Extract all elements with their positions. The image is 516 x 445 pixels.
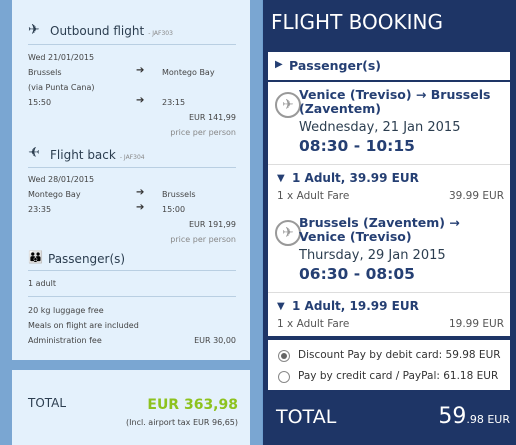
left-summary-column: ✈ Outbound flight - JAF303 Wed 21/01/2015…: [0, 0, 262, 445]
booking-total-label: TOTAL: [276, 406, 337, 428]
outbound-title: Outbound flight - JAF303: [50, 24, 173, 38]
outbound-departure-time: 15:50: [28, 98, 52, 107]
triangle-down-icon: ▼: [277, 173, 285, 184]
back-from: Montego Bay: [28, 190, 81, 199]
back-arrival-time: 15:00: [162, 205, 186, 214]
flight-1-route: Venice (Treviso) → Brussels (Zaventem): [299, 87, 491, 116]
back-to: Brussels: [162, 190, 196, 199]
back-price: EUR 191,99: [188, 220, 236, 229]
outbound-plane-icon: ✈: [28, 22, 40, 38]
triangle-down-icon: ▼: [277, 301, 285, 312]
debit-card-option-label[interactable]: Discount Pay by debit card: 59.98 EUR: [298, 349, 501, 361]
arrow-right-icon: ➔: [136, 65, 145, 76]
passenger-count: 1 adult: [28, 279, 57, 288]
passengers-toggle-label: Passenger(s): [289, 58, 381, 73]
flight-booking-panel: FLIGHT BOOKING ▶ Passenger(s) ✈ Venice (…: [263, 0, 516, 445]
booking-total-main: 59: [438, 404, 467, 429]
flight-1-time: 08:30 - 10:15: [299, 137, 415, 155]
fare-label: 1 x Adult Fare: [277, 190, 350, 202]
booking-total-decimal: .98 EUR: [466, 413, 510, 426]
credit-card-radio[interactable]: [278, 371, 290, 383]
arrow-right-icon: ➔: [136, 187, 145, 198]
flight-summary-panel: ✈ Outbound flight - JAF303 Wed 21/01/2015…: [12, 0, 250, 360]
outbound-price-note: price per person: [170, 128, 236, 137]
passengers-title: Passenger(s): [48, 252, 126, 266]
plane-icon: ✈: [275, 220, 301, 246]
flight-1-fare-toggle[interactable]: 1 Adult, 39.99 EUR: [292, 171, 419, 185]
flight-1-fare-row: 1 x Adult Fare 39.99 EUR: [277, 190, 504, 202]
airport-tax-note: (Incl. airport tax EUR 96,65): [126, 418, 238, 427]
plane-icon: ✈: [275, 92, 301, 118]
booking-header: FLIGHT BOOKING: [271, 10, 443, 34]
flight-2-card: ✈ Brussels (Zaventem) → Venice (Treviso)…: [268, 210, 510, 336]
arrow-right-icon: ➔: [136, 95, 145, 106]
passengers-icon: 👪: [28, 250, 43, 264]
luggage-info: 20 kg luggage free: [28, 306, 104, 315]
payment-options: Discount Pay by debit card: 59.98 EUR Pa…: [268, 340, 510, 390]
summary-total-panel: TOTAL EUR 363,98 (Incl. airport tax EUR …: [12, 370, 250, 445]
admin-fee-value: EUR 30,00: [194, 336, 236, 345]
outbound-date: Wed 21/01/2015: [28, 53, 95, 62]
fare-value: 19.99 EUR: [448, 318, 504, 330]
outbound-to: Montego Bay: [162, 68, 215, 77]
admin-fee-label: Administration fee: [28, 336, 102, 345]
flight-2-route: Brussels (Zaventem) → Venice (Treviso): [299, 215, 460, 244]
flight-1-card: ✈ Venice (Treviso) → Brussels (Zaventem)…: [268, 82, 510, 212]
arrow-right-icon: ➔: [136, 202, 145, 213]
passengers-toggle[interactable]: ▶ Passenger(s): [268, 52, 510, 80]
outbound-from: Brussels: [28, 68, 62, 77]
outbound-via: (via Punta Cana): [28, 83, 95, 92]
fare-value: 39.99 EUR: [448, 190, 504, 202]
flight-2-date: Thursday, 29 Jan 2015: [299, 248, 446, 263]
flight-1-date: Wednesday, 21 Jan 2015: [299, 120, 461, 135]
flight-2-time: 06:30 - 08:05: [299, 265, 415, 283]
flight-2-fare-row: 1 x Adult Fare 19.99 EUR: [277, 318, 504, 330]
triangle-right-icon: ▶: [275, 59, 283, 70]
return-plane-icon: ✈: [28, 145, 40, 161]
outbound-arrival-time: 23:15: [162, 98, 186, 107]
meals-info: Meals on flight are included: [28, 321, 139, 330]
credit-card-option-label[interactable]: Pay by credit card / PayPal: 61.18 EUR: [298, 370, 498, 382]
flight-back-title: Flight back - JAF304: [50, 148, 145, 162]
back-price-note: price per person: [170, 235, 236, 244]
outbound-price: EUR 141,99: [188, 113, 236, 122]
back-date: Wed 28/01/2015: [28, 175, 95, 184]
flight-2-fare-toggle[interactable]: 1 Adult, 19.99 EUR: [292, 299, 419, 313]
booking-total-amount: 59.98 EUR: [438, 404, 510, 429]
back-departure-time: 23:35: [28, 205, 52, 214]
booking-total-bar: TOTAL 59.98 EUR: [268, 396, 510, 445]
fare-label: 1 x Adult Fare: [277, 318, 350, 330]
debit-card-radio[interactable]: [278, 350, 290, 362]
summary-total-amount: EUR 363,98: [147, 397, 238, 413]
summary-total-label: TOTAL: [28, 396, 67, 410]
